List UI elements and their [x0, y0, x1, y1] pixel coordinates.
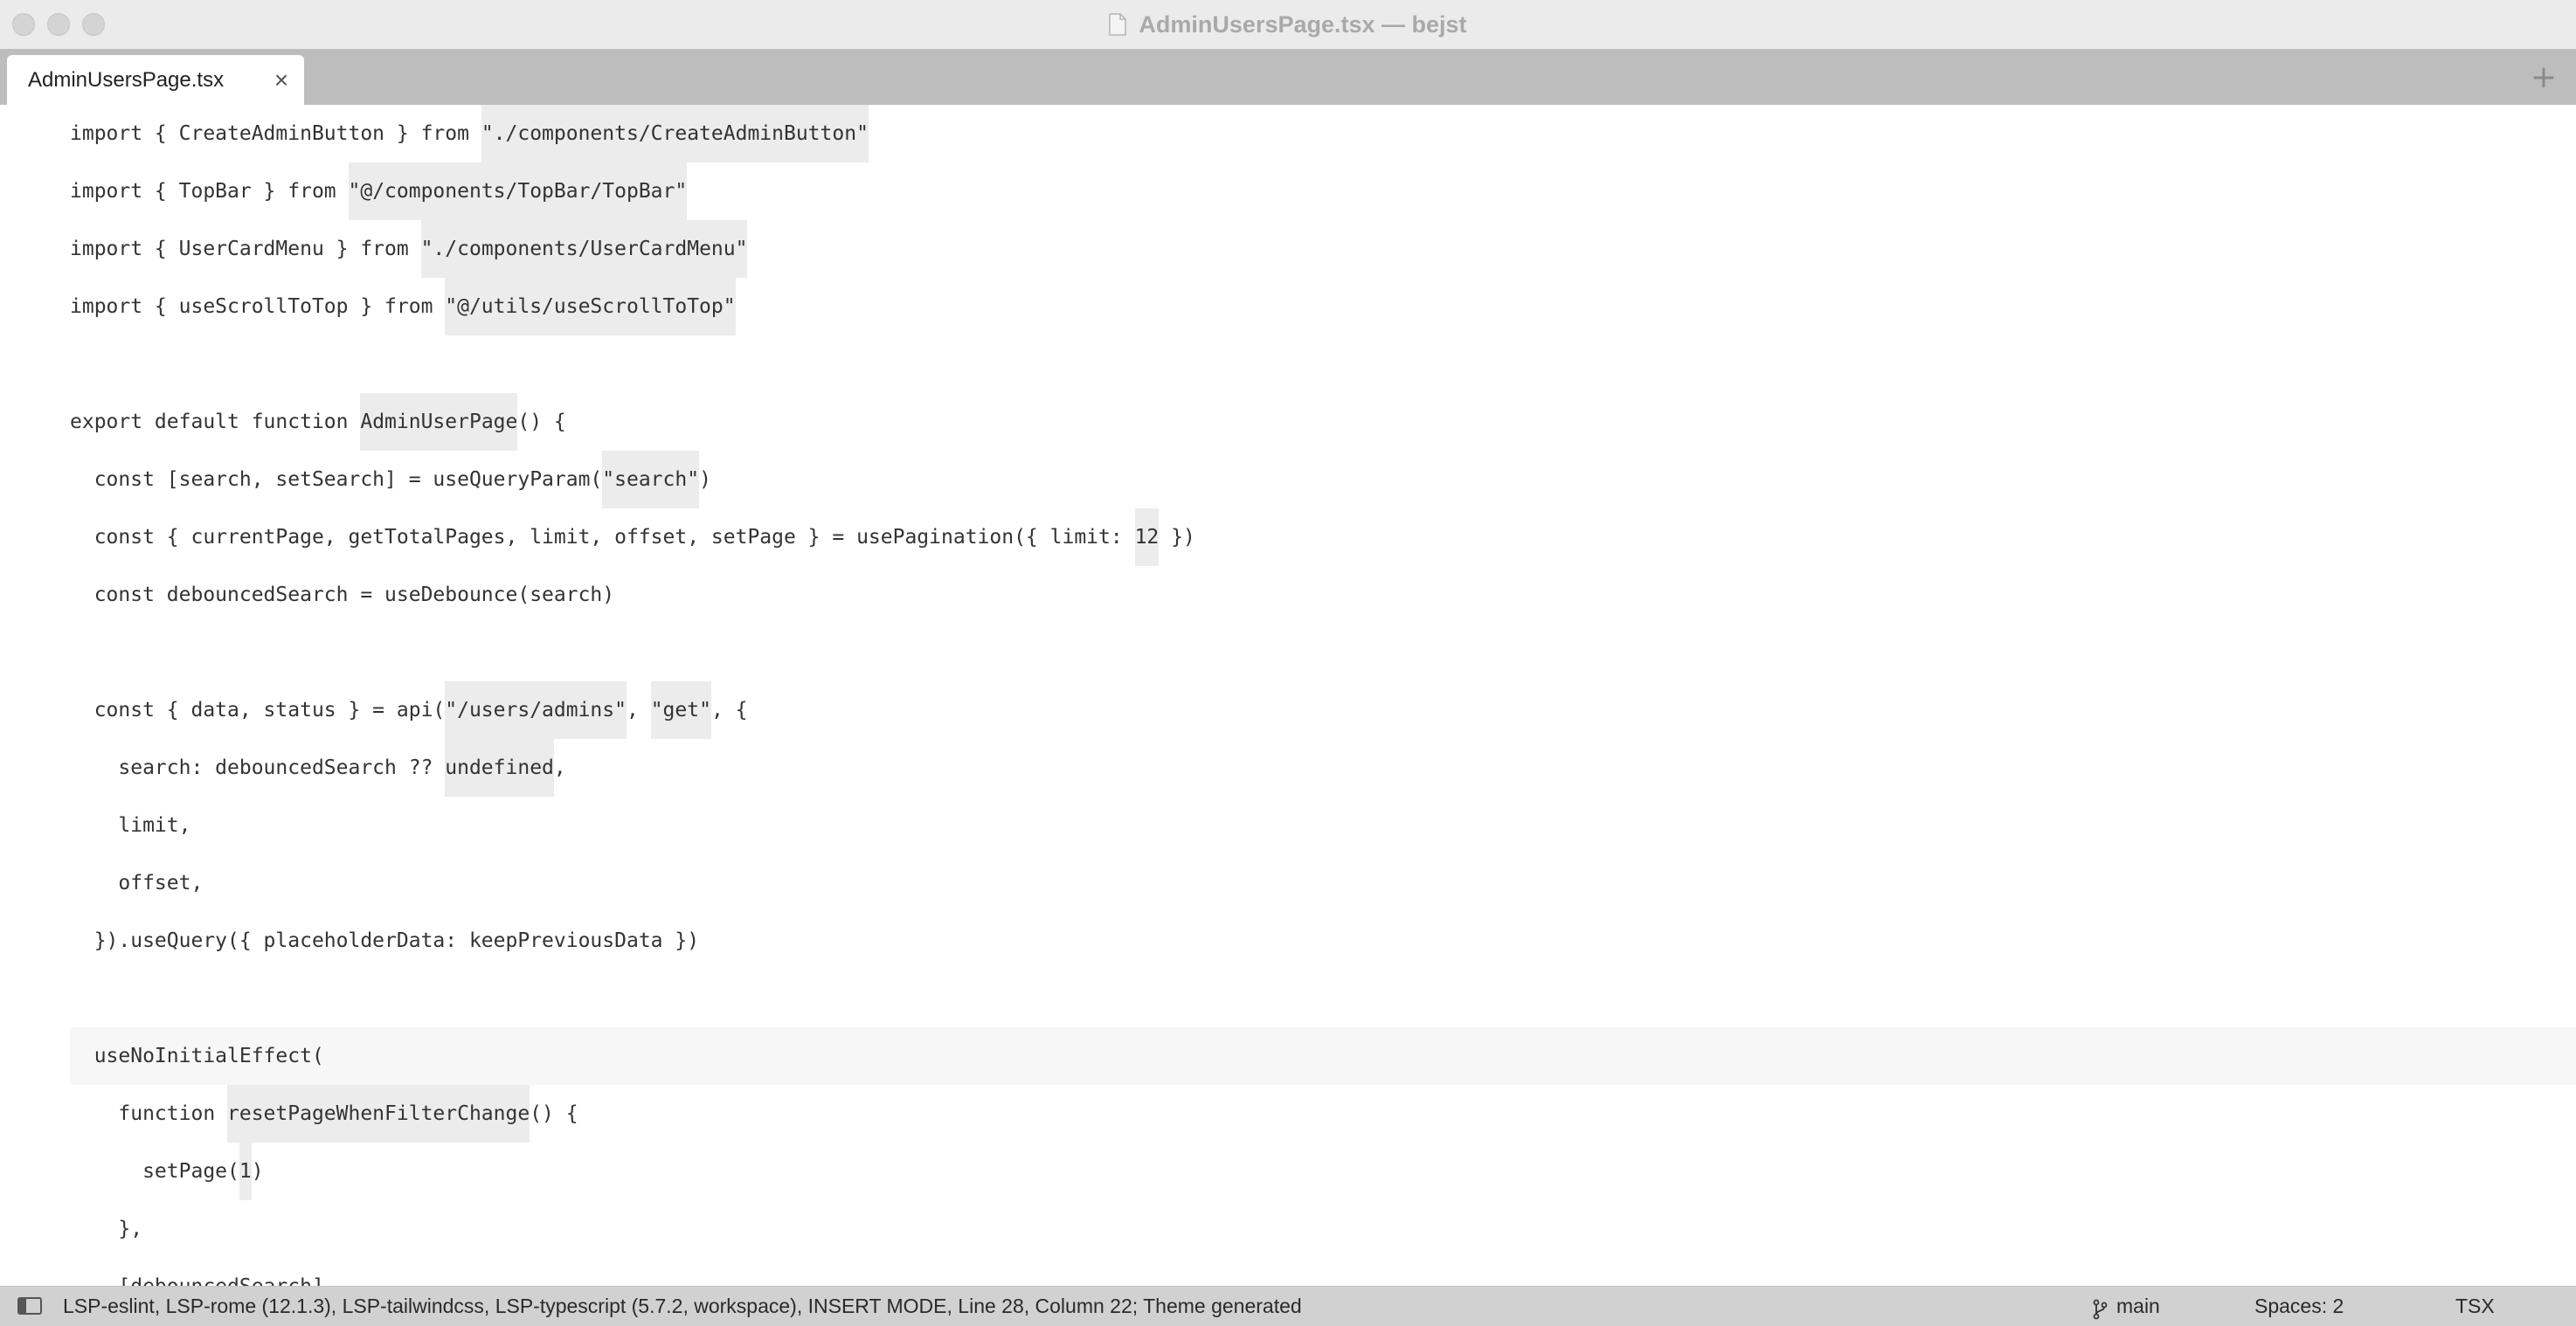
- code-line[interactable]: [debouncedSearch],: [0, 1258, 2576, 1286]
- code-line-text: search: debouncedSearch ?? undefined,: [70, 739, 566, 797]
- code-line-text: const debouncedSearch = useDebounce(sear…: [70, 566, 614, 624]
- code-token: , {: [710, 699, 748, 722]
- syntax-selector[interactable]: TSX: [2455, 1287, 2495, 1325]
- code-token: ,: [626, 699, 651, 722]
- code-token-highlighted: "/users/admins": [445, 681, 627, 739]
- window-title: AdminUsersPage.tsx — bejst: [1139, 10, 1467, 38]
- code-token: import { UserCardMenu } from: [70, 238, 421, 260]
- code-token: setPage(: [70, 1160, 239, 1183]
- code-line[interactable]: import { UserCardMenu } from "./componen…: [0, 220, 2576, 278]
- code-line-text: limit,: [70, 797, 190, 854]
- code-token-highlighted: "@/utils/useScrollToTop": [445, 278, 736, 335]
- code-line-text: function resetPageWhenFilterChange() {: [70, 1085, 578, 1143]
- code-line-text: offset,: [70, 854, 203, 912]
- code-line-text: useNoInitialEffect(: [70, 1027, 324, 1085]
- code-line[interactable]: const { data, status } = api("/users/adm…: [0, 681, 2576, 739]
- code-token: function: [70, 1102, 228, 1125]
- code-line-text: import { CreateAdminButton } from "./com…: [70, 105, 869, 162]
- code-line[interactable]: [0, 624, 2576, 681]
- code-token: import { TopBar } from: [70, 180, 349, 203]
- code-line[interactable]: useNoInitialEffect(: [70, 1027, 2576, 1085]
- tab-bar: AdminUsersPage.tsx × +: [0, 49, 2576, 105]
- code-token: }): [1159, 526, 1195, 549]
- sidebar-toggle-icon[interactable]: [17, 1297, 42, 1315]
- code-token: const { data, status } = api(: [70, 699, 446, 722]
- code-line[interactable]: }).useQuery({ placeholderData: keepPrevi…: [0, 912, 2576, 970]
- status-bar: LSP-eslint, LSP-rome (12.1.3), LSP-tailw…: [0, 1286, 2576, 1326]
- status-text: LSP-eslint, LSP-rome (12.1.3), LSP-tailw…: [63, 1295, 1302, 1317]
- code-line-text: export default function AdminUserPage() …: [70, 393, 566, 451]
- new-tab-plus-icon[interactable]: +: [2531, 59, 2557, 95]
- code-line[interactable]: const [search, setSearch] = useQueryPara…: [0, 451, 2576, 508]
- git-branch[interactable]: main: [2092, 1287, 2160, 1325]
- code-token-highlighted: "get": [650, 681, 711, 739]
- code-line-text: import { useScrollToTop } from "@/utils/…: [70, 278, 736, 335]
- code-line-text: }).useQuery({ placeholderData: keepPrevi…: [70, 912, 699, 970]
- code-line[interactable]: const { currentPage, getTotalPages, limi…: [0, 508, 2576, 566]
- document-icon: [1109, 13, 1127, 36]
- code-token: ): [699, 468, 711, 491]
- code-line[interactable]: search: debouncedSearch ?? undefined,: [0, 739, 2576, 797]
- code-token: ): [251, 1160, 264, 1183]
- code-line[interactable]: import { useScrollToTop } from "@/utils/…: [0, 278, 2576, 335]
- code-line[interactable]: setPage(1): [0, 1143, 2576, 1200]
- code-line-text: const { currentPage, getTotalPages, limi…: [70, 508, 1195, 566]
- code-token-highlighted: "search": [602, 451, 700, 508]
- code-token: const [search, setSearch] = useQueryPara…: [70, 468, 603, 491]
- code-token-highlighted: AdminUserPage: [360, 393, 518, 451]
- tab-close-icon[interactable]: ×: [264, 66, 299, 94]
- code-line[interactable]: [0, 970, 2576, 1027]
- code-line[interactable]: },: [0, 1200, 2576, 1258]
- code-line-text: },: [70, 1200, 142, 1258]
- code-token: ,: [553, 756, 566, 779]
- title-container: AdminUsersPage.tsx — bejst: [0, 0, 2576, 49]
- code-line[interactable]: const debouncedSearch = useDebounce(sear…: [0, 566, 2576, 624]
- code-line[interactable]: offset,: [0, 854, 2576, 912]
- tab-adminuserspage[interactable]: AdminUsersPage.tsx ×: [7, 55, 304, 105]
- code-line[interactable]: import { TopBar } from "@/components/Top…: [0, 162, 2576, 220]
- code-token: [debouncedSearch],: [70, 1275, 336, 1286]
- code-line[interactable]: function resetPageWhenFilterChange() {: [0, 1085, 2576, 1143]
- code-token: import { useScrollToTop } from: [70, 295, 446, 318]
- code-line-text: setPage(1): [70, 1143, 264, 1200]
- code-token-highlighted: resetPageWhenFilterChange: [227, 1085, 530, 1143]
- code-token: const debouncedSearch = useDebounce(sear…: [70, 584, 615, 606]
- code-token: () {: [530, 1102, 578, 1125]
- code-editor[interactable]: import { CreateAdminButton } from "./com…: [0, 105, 2576, 1286]
- code-line-text: import { TopBar } from "@/components/Top…: [70, 162, 688, 220]
- code-line[interactable]: export default function AdminUserPage() …: [0, 393, 2576, 451]
- code-line[interactable]: limit,: [0, 797, 2576, 854]
- title-bar: AdminUsersPage.tsx — bejst: [0, 0, 2576, 50]
- code-token-highlighted: 12: [1134, 508, 1160, 566]
- code-line[interactable]: import { CreateAdminButton } from "./com…: [0, 105, 2576, 162]
- code-token: limit,: [70, 814, 191, 837]
- code-line-text: import { UserCardMenu } from "./componen…: [70, 220, 748, 278]
- code-token: useNoInitialEffect(: [70, 1045, 324, 1067]
- code-line-text: [debouncedSearch],: [70, 1258, 336, 1286]
- code-token: }).useQuery({ placeholderData: keepPrevi…: [70, 929, 700, 952]
- indentation-setting[interactable]: Spaces: 2: [2254, 1287, 2344, 1325]
- code-token: () {: [517, 411, 566, 433]
- code-line-text: const { data, status } = api("/users/adm…: [70, 681, 747, 739]
- git-branch-icon: [2092, 1295, 2108, 1320]
- code-token-highlighted: "@/components/TopBar/TopBar": [348, 162, 688, 220]
- editor-window: AdminUsersPage.tsx — bejst AdminUsersPag…: [0, 0, 2576, 1326]
- git-branch-name: main: [2116, 1295, 2160, 1317]
- code-line-text: const [search, setSearch] = useQueryPara…: [70, 451, 711, 508]
- code-token: search: debouncedSearch ??: [70, 756, 446, 779]
- code-token: const { currentPage, getTotalPages, limi…: [70, 526, 1135, 549]
- code-token-highlighted: 1: [239, 1143, 252, 1200]
- code-token-highlighted: undefined: [445, 739, 554, 797]
- code-token: export default function: [70, 411, 361, 433]
- code-token: offset,: [70, 872, 204, 894]
- code-token: import { CreateAdminButton } from: [70, 122, 481, 145]
- tab-label: AdminUsersPage.tsx: [28, 67, 225, 92]
- code-token: },: [70, 1218, 143, 1240]
- code-token-highlighted: "./components/UserCardMenu": [420, 220, 748, 278]
- code-token-highlighted: "./components/CreateAdminButton": [481, 105, 869, 162]
- code-line[interactable]: [0, 335, 2576, 393]
